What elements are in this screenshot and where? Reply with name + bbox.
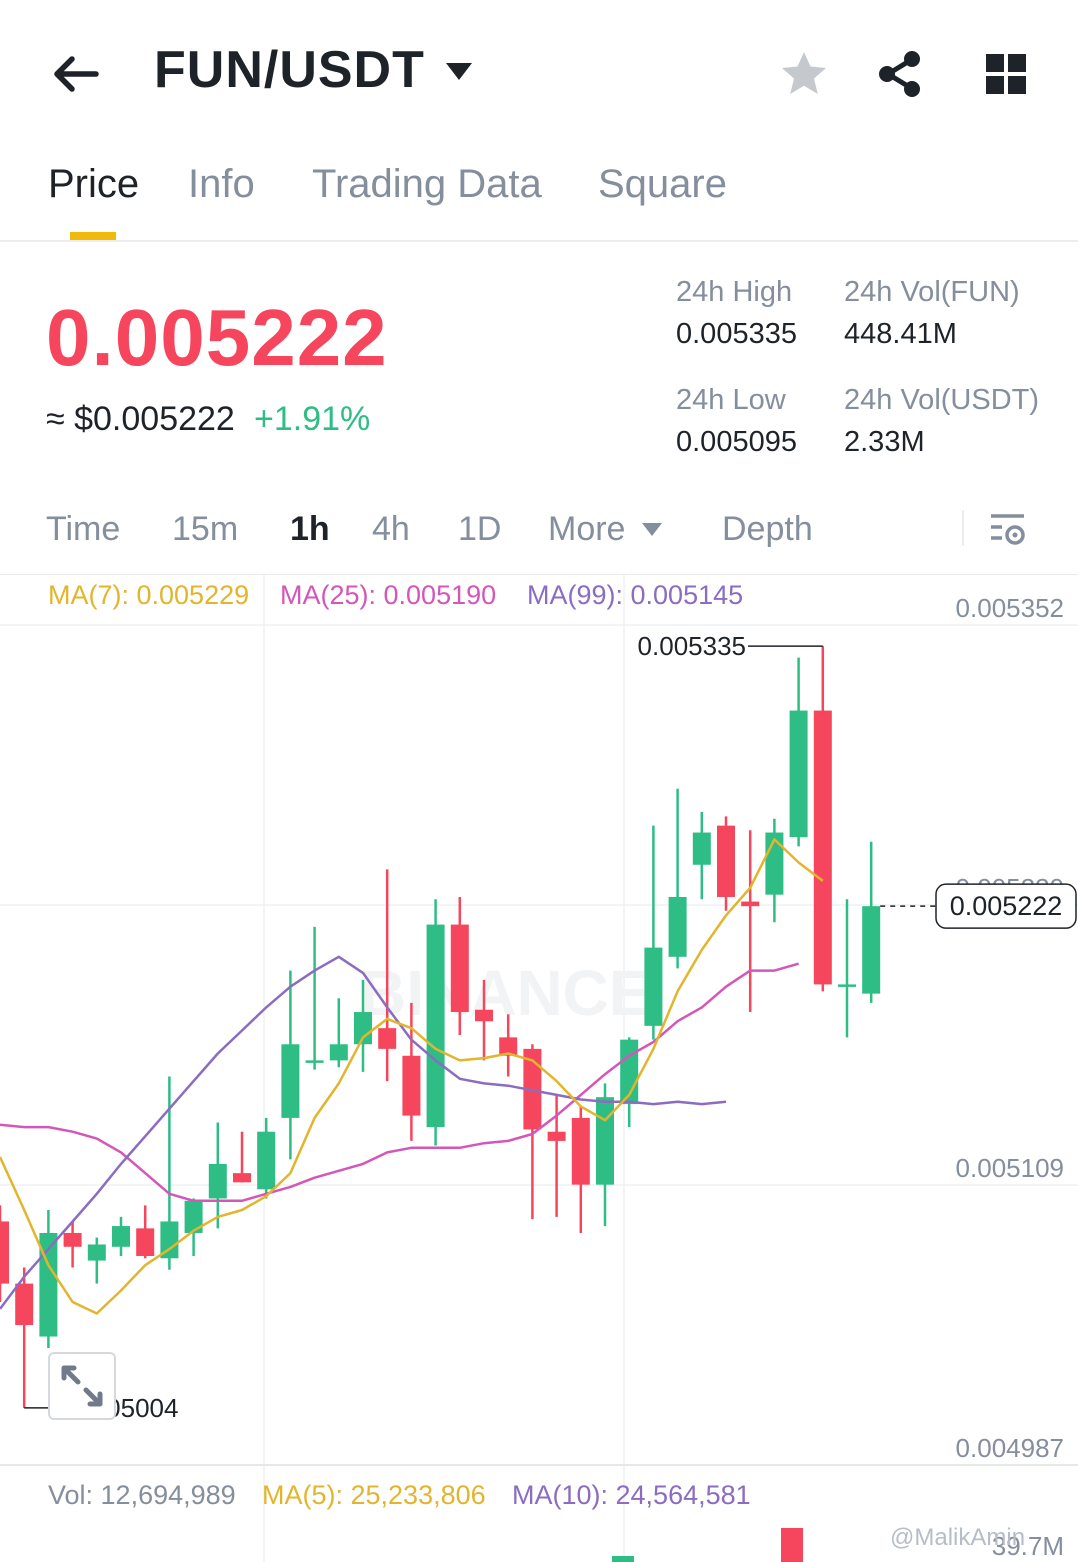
candle-body-up [426, 924, 445, 1128]
volume-bar-down [781, 1528, 803, 1562]
candle-body-down [0, 1221, 9, 1284]
candle-body-up [644, 947, 663, 1026]
candle-body-down [547, 1131, 566, 1141]
candle-body-up [208, 1163, 227, 1199]
stat-vol-base-label: 24h Vol(FUN) [844, 276, 1020, 308]
ma25-legend: MA(25): 0.005190 [280, 580, 497, 610]
candle-body-up [281, 1044, 300, 1118]
stat-low-label: 24h Low [676, 384, 786, 416]
high-marker-label: 0.005335 [638, 631, 746, 661]
candle-body-down [402, 1055, 421, 1116]
tab-square[interactable]: Square [598, 162, 727, 207]
share-icon[interactable] [874, 48, 926, 100]
candle-body-down [813, 710, 832, 985]
y-axis-tick-label: 0.005109 [956, 1153, 1064, 1183]
interval-separator [962, 510, 964, 546]
y-axis-tick-label: 0.005352 [956, 593, 1064, 623]
candle-body-down [63, 1232, 82, 1247]
candle-body-down [717, 825, 735, 897]
watermark: @MalikAmin [890, 1524, 1026, 1551]
tab-info[interactable]: Info [188, 162, 255, 207]
star-icon[interactable] [778, 48, 830, 100]
tab-price[interactable]: Price [48, 162, 139, 207]
chart-settings-icon[interactable] [988, 510, 1028, 550]
grid-icon[interactable] [980, 48, 1032, 100]
interval-1h[interactable]: 1h [290, 510, 330, 549]
ma99-legend: MA(99): 0.005145 [527, 580, 744, 610]
candle-body-up [305, 1060, 324, 1063]
candle-body-up [838, 984, 856, 987]
interval-15m[interactable]: 15m [172, 510, 238, 549]
top-bar: FUN/USDT [0, 0, 1078, 145]
caret-down-icon[interactable] [444, 60, 474, 84]
pair-title[interactable]: FUN/USDT [154, 40, 425, 100]
candle-body-down [233, 1173, 251, 1183]
stat-vol-base-value: 448.41M [844, 318, 957, 350]
price-change-percent: +1.91% [254, 400, 371, 438]
tabs-divider [0, 240, 1078, 242]
candle-body-up [789, 710, 808, 838]
back-arrow-icon[interactable] [50, 48, 102, 100]
expand-icon [61, 1365, 103, 1407]
interval-1d[interactable]: 1D [458, 510, 501, 549]
interval-more[interactable]: More [548, 510, 625, 549]
candle-body-down [15, 1283, 34, 1326]
candle-body-down [475, 1009, 493, 1022]
stat-low-value: 0.005095 [676, 426, 797, 458]
volume-bar-up [612, 1556, 634, 1562]
ma7-legend: MA(7): 0.005229 [48, 580, 250, 610]
last-price-tag-label: 0.005222 [950, 891, 1063, 921]
candle-body-up [329, 1044, 348, 1061]
stat-high-label: 24h High [676, 276, 793, 308]
candle-body-down [741, 901, 760, 907]
volume-legend: Vol: 12,694,989 [48, 1480, 236, 1510]
candle-body-up [668, 896, 687, 957]
binance-watermark: BINANCE [360, 957, 652, 1029]
candle-body-down [378, 1028, 397, 1049]
candle-body-up [112, 1226, 130, 1247]
y-axis-tick-label: 0.004987 [956, 1433, 1064, 1463]
more-caret-icon[interactable] [640, 520, 664, 538]
stat-vol-quote-value: 2.33M [844, 426, 925, 458]
fullscreen-button[interactable] [48, 1352, 116, 1420]
volume-ma5-legend: MA(5): 25,233,806 [262, 1480, 486, 1510]
interval-depth[interactable]: Depth [722, 510, 813, 549]
interval-4h[interactable]: 4h [372, 510, 410, 549]
stat-vol-quote-label: 24h Vol(USDT) [844, 384, 1040, 416]
candle-body-down [571, 1117, 590, 1185]
candle-body-up [87, 1244, 106, 1261]
candle-body-up [862, 906, 881, 994]
candle-body-down [450, 924, 469, 1013]
interval-time[interactable]: Time [46, 510, 120, 549]
tab-trading-data[interactable]: Trading Data [312, 162, 542, 207]
candlestick-chart[interactable]: BINANCE0.0053520.0052300.0051090.0049870… [0, 575, 1078, 1562]
candle-body-up [596, 1097, 614, 1185]
candle-body-up [692, 832, 711, 865]
active-tab-indicator [70, 232, 116, 240]
candle-body-down [136, 1228, 155, 1256]
fiat-price: ≈ $0.005222 [46, 400, 235, 438]
candle-body-up [257, 1131, 276, 1190]
last-price: 0.005222 [46, 293, 388, 382]
volume-ma10-legend: MA(10): 24,564,581 [512, 1480, 751, 1510]
stat-high-value: 0.005335 [676, 318, 797, 350]
